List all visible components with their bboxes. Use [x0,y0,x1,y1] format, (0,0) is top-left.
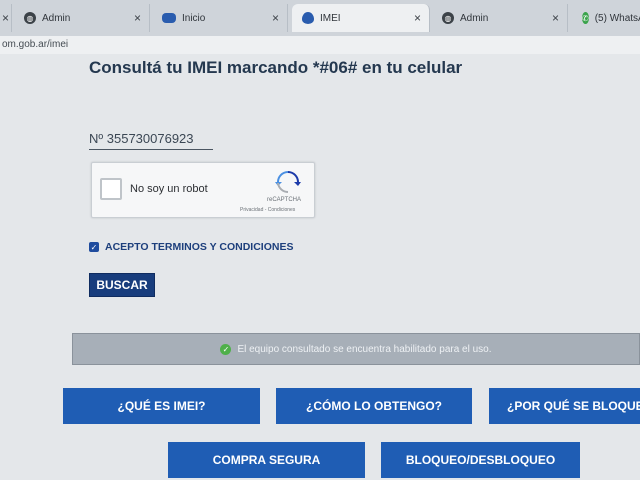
como-lo-obtengo-button[interactable]: ¿CÓMO LO OBTENGO? [276,388,472,424]
imei-input[interactable]: Nº 355730076923 [89,128,213,150]
recaptcha-icon [275,171,301,193]
globe-icon: ◍ [24,12,36,24]
site-logo-icon [162,13,176,23]
tab-label: Inicio [182,12,206,24]
recaptcha-widget: No soy un robot reCAPTCHA Privacidad - C… [91,162,315,218]
tab-label: Admin [42,12,71,24]
page-title: Consultá tu IMEI marcando *#06# en tu ce… [89,58,463,77]
status-alert: ✓ El equipo consultado se encuentra habi… [72,333,640,365]
compra-segura-button[interactable]: COMPRA SEGURA [168,442,365,478]
address-bar[interactable]: om.gob.ar/imei [0,36,640,54]
tab-label: Admin [460,12,489,24]
whatsapp-icon: ✆ [582,12,589,24]
browser-tab-strip: × ◍ Admin × Inicio × IMEI × ◍ Admin × ✆ … [0,0,640,36]
check-circle-icon: ✓ [220,343,232,355]
buscar-button[interactable]: BUSCAR [89,273,155,297]
terms-row[interactable]: ✓ ACEPTO TERMINOS Y CONDICIONES [89,241,293,253]
close-icon[interactable]: × [2,11,9,25]
tab-label: (5) WhatsA [594,12,640,24]
que-es-imei-button[interactable]: ¿QUÉ ES IMEI? [63,388,260,424]
captcha-checkbox[interactable] [100,178,122,200]
close-icon[interactable]: × [552,11,559,25]
tab-whatsapp[interactable]: ✆ (5) WhatsA [572,4,640,32]
bloqueo-desbloqueo-button[interactable]: BLOQUEO/DESBLOQUEO [381,442,580,478]
tab-imei[interactable]: IMEI × [292,4,430,32]
tab-admin-2[interactable]: ◍ Admin × [432,4,568,32]
recaptcha-links[interactable]: Privacidad - Condiciones [240,207,295,213]
tab-inicio[interactable]: Inicio × [152,4,288,32]
close-icon[interactable]: × [414,11,421,25]
por-que-se-bloquea-button[interactable]: ¿POR QUÉ SE BLOQUEA? [489,388,640,424]
close-icon[interactable]: × [134,11,141,25]
captcha-label: No soy un robot [130,183,208,195]
globe-icon: ◍ [442,12,454,24]
argentina-logo-icon [302,12,314,24]
page-content: Consultá tu IMEI marcando *#06# en tu ce… [0,54,640,480]
terms-checkbox[interactable]: ✓ [89,242,99,252]
tab-partial[interactable]: × [0,4,12,32]
close-icon[interactable]: × [272,11,279,25]
alert-message: El equipo consultado se encuentra habili… [237,343,492,355]
tab-admin-1[interactable]: ◍ Admin × [14,4,150,32]
tab-label: IMEI [320,12,341,24]
recaptcha-brand: reCAPTCHA [267,197,302,203]
terms-label: ACEPTO TERMINOS Y CONDICIONES [105,241,294,253]
